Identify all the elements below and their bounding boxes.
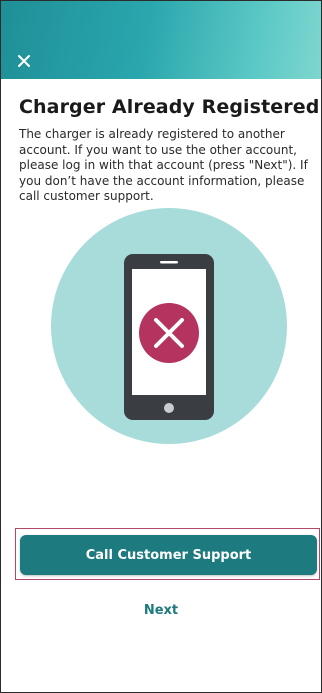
- next-button[interactable]: Next: [1, 603, 321, 618]
- phone-error-illustration: [51, 208, 287, 444]
- phone-error-icon: [51, 208, 287, 444]
- page-title: Charger Already Registered: [19, 96, 320, 118]
- call-customer-support-button[interactable]: Call Customer Support: [20, 535, 317, 575]
- app-screen: Charger Already Registered The charger i…: [0, 0, 322, 693]
- close-button[interactable]: [14, 51, 34, 71]
- description-text: The charger is already registered to ano…: [19, 127, 308, 203]
- close-icon: [18, 55, 30, 67]
- header-bar: [1, 1, 321, 79]
